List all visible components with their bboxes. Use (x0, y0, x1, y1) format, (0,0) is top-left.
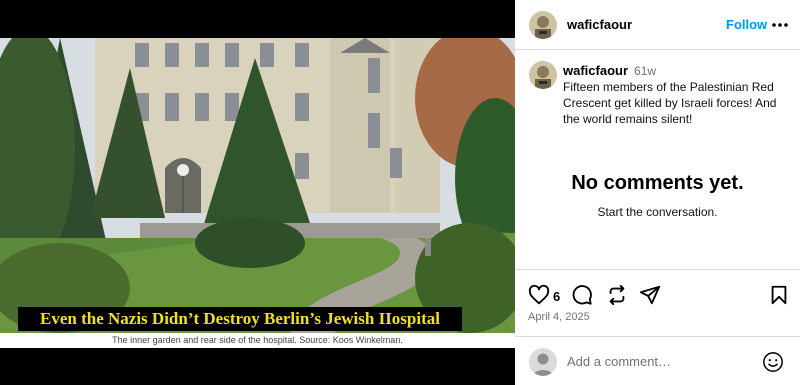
caption-time[interactable]: 61w (634, 64, 656, 78)
more-horizontal-icon[interactable] (771, 16, 789, 34)
add-comment-row (515, 336, 800, 385)
post-panel: waficfaour Follow waficfaour 61w Fifteen … (515, 0, 800, 385)
post-media[interactable]: Even the Nazis Didn’t Destroy Berlin’s J… (0, 0, 515, 385)
image-caption: The inner garden and rear side of the ho… (112, 335, 403, 345)
like-count[interactable]: 6 (553, 289, 560, 304)
action-bar: 6 April 4, 2025 (515, 269, 800, 335)
caption-avatar[interactable] (529, 61, 557, 89)
repost-icon[interactable] (606, 284, 628, 306)
caption-line: waficfaour 61w (563, 63, 656, 78)
post-header: waficfaour Follow (515, 0, 800, 50)
empty-comments-title: No comments yet. (571, 172, 744, 194)
add-comment-input[interactable] (567, 354, 747, 369)
header-username[interactable]: waficfaour (567, 17, 632, 32)
headline-overlay: Even the Nazis Didn’t Destroy Berlin’s J… (18, 307, 462, 331)
emoji-icon[interactable] (762, 351, 784, 373)
post-photo (0, 38, 515, 333)
post-date[interactable]: April 4, 2025 (528, 311, 590, 323)
bookmark-icon[interactable] (768, 284, 790, 306)
caption-text: Fifteen members of the Palestinian Red C… (563, 80, 777, 126)
empty-comments-subtitle: Start the conversation. (597, 205, 718, 219)
comment-icon[interactable] (571, 284, 593, 306)
share-icon[interactable] (639, 284, 661, 306)
caption-username[interactable]: waficfaour (563, 63, 628, 78)
heart-icon[interactable] (528, 284, 550, 306)
current-user-avatar (529, 348, 557, 376)
follow-button[interactable]: Follow (726, 17, 767, 32)
avatar[interactable] (529, 11, 557, 39)
